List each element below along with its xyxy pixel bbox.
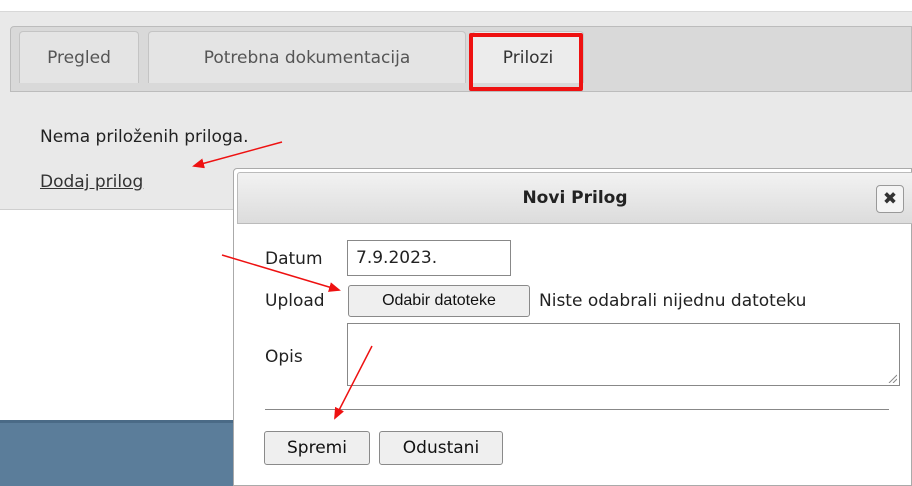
resize-grip-icon[interactable] [887, 373, 897, 383]
tab-pregled[interactable]: Pregled [19, 31, 139, 83]
new-attachment-dialog: Novi Prilog ✖ Datum Upload Odabir datote… [233, 168, 912, 486]
file-status-text: Niste odabrali nijednu datoteku [539, 291, 807, 311]
description-textarea[interactable] [347, 323, 900, 386]
add-attachment-link[interactable]: Dodaj prilog [40, 172, 143, 192]
description-label: Opis [265, 347, 303, 367]
empty-attachments-message: Nema priloženih priloga. [40, 127, 249, 147]
tab-bar: Pregled Potrebna dokumentacija Prilozi [10, 26, 912, 92]
footer-bar [0, 420, 240, 486]
tab-potrebna-dokumentacija[interactable]: Potrebna dokumentacija [148, 31, 466, 83]
upload-label: Upload [265, 291, 325, 311]
date-label: Datum [265, 249, 323, 269]
save-button[interactable]: Spremi [264, 431, 370, 465]
dialog-title: Novi Prilog [522, 188, 628, 208]
cancel-button[interactable]: Odustani [379, 431, 503, 465]
top-strip [0, 0, 912, 12]
tab-highlight-annotation [469, 33, 583, 91]
choose-file-button[interactable]: Odabir datoteke [348, 285, 530, 317]
dialog-header[interactable]: Novi Prilog ✖ [237, 172, 912, 224]
form-divider [265, 409, 889, 410]
date-input[interactable] [347, 240, 511, 276]
close-icon[interactable]: ✖ [876, 185, 904, 213]
